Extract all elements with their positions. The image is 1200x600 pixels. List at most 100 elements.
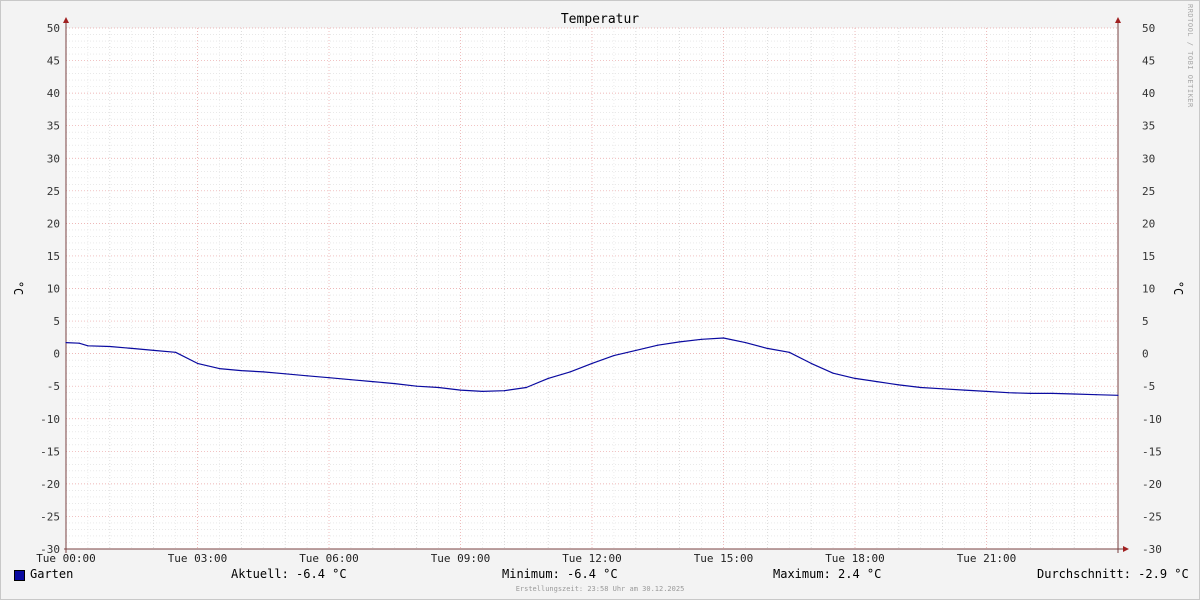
- y-axis-arrow-right: [1115, 17, 1121, 23]
- y-tick-label-left: 30: [47, 152, 60, 165]
- x-tick-label: Tue 15:00: [694, 552, 754, 565]
- data-point: [174, 351, 177, 353]
- y-tick-label-right: 20: [1142, 217, 1155, 230]
- creation-time-note: Erstellungszeit: 23:58 Uhr am 30.12.2025: [515, 585, 685, 593]
- y-tick-label-left: -15: [40, 445, 60, 458]
- data-point: [613, 354, 615, 357]
- y-axis-arrow-left: [63, 17, 69, 23]
- data-point: [942, 388, 944, 390]
- legend-average: Durchschnitt: -2.9 °C: [1037, 567, 1189, 581]
- data-point: [503, 390, 505, 392]
- data-point: [854, 377, 856, 379]
- data-point: [788, 351, 790, 353]
- y-tick-label-right: 25: [1142, 185, 1155, 198]
- y-tick-label-right: 40: [1142, 87, 1155, 100]
- data-point: [153, 349, 155, 351]
- legend-swatch-garten: [14, 570, 25, 581]
- legend-series-name: Garten: [30, 567, 74, 581]
- y-tick-label-right: -30: [1142, 543, 1162, 556]
- data-point: [218, 368, 221, 370]
- data-point: [569, 371, 571, 373]
- data-point: [328, 377, 330, 379]
- y-tick-label-left: -10: [40, 413, 60, 426]
- y-tick-label-right: 45: [1142, 55, 1155, 68]
- data-point: [920, 386, 922, 389]
- x-tick-label: Tue 18:00: [825, 552, 885, 565]
- data-point: [78, 342, 80, 344]
- data-point: [657, 344, 659, 346]
- data-point: [635, 349, 637, 351]
- x-tick-label: Tue 06:00: [299, 552, 359, 565]
- y-tick-label-left: 35: [47, 120, 60, 133]
- legend-minimum: Minimum: -6.4 °C: [502, 567, 618, 581]
- data-point: [963, 389, 966, 391]
- y-tick-label-left: 25: [47, 185, 60, 198]
- data-point: [65, 341, 67, 344]
- y-tick-label-right: 15: [1142, 250, 1155, 263]
- y-tick-label-right: -15: [1142, 445, 1162, 458]
- x-tick-label: Tue 00:00: [36, 552, 96, 565]
- y-tick-label-right: 10: [1142, 283, 1155, 296]
- watermark: RRDTOOL / TOBI OETIKER: [1186, 4, 1194, 108]
- y-tick-label-right: 0: [1142, 348, 1149, 361]
- y-axis-label-right: °C: [1171, 281, 1185, 295]
- data-point: [87, 345, 89, 347]
- data-point: [1029, 392, 1031, 394]
- data-point: [876, 381, 878, 383]
- data-point: [262, 371, 264, 373]
- y-tick-label-left: 5: [53, 315, 60, 328]
- data-point: [985, 390, 988, 392]
- data-point: [898, 384, 900, 386]
- chart-title: Temperatur: [561, 12, 639, 27]
- data-point: [131, 347, 133, 350]
- data-point: [810, 362, 812, 364]
- data-point: [744, 341, 747, 344]
- data-point: [547, 377, 549, 379]
- data-point: [1051, 392, 1053, 394]
- data-point: [394, 382, 396, 385]
- data-point: [350, 379, 352, 381]
- data-point: [109, 345, 111, 348]
- data-point: [525, 386, 527, 389]
- y-tick-label-left: 40: [47, 87, 60, 100]
- data-point: [832, 372, 834, 374]
- y-tick-label-right: 35: [1142, 120, 1155, 133]
- data-point: [284, 373, 286, 375]
- legend-maximum: Maximum: 2.4 °C: [773, 567, 882, 581]
- data-point: [766, 347, 768, 350]
- data-point: [1073, 393, 1075, 395]
- temperature-chart: 50 5045 4540 4035 3530 3025 2520 2015 1510 105 50 0…: [11, 12, 1185, 565]
- x-axis-arrow: [1123, 546, 1129, 552]
- x-tick-label: Tue 12:00: [562, 552, 622, 565]
- data-point: [1007, 392, 1010, 394]
- y-tick-label-right: 30: [1142, 152, 1155, 165]
- data-point: [679, 341, 681, 343]
- data-point: [240, 369, 242, 372]
- y-tick-label-left: -25: [40, 510, 60, 523]
- x-tick-label: Tue 03:00: [168, 552, 228, 565]
- y-tick-label-right: 50: [1142, 22, 1155, 35]
- y-tick-label-right: 5: [1142, 315, 1149, 328]
- y-tick-label-left: 15: [47, 250, 60, 263]
- data-point: [1117, 394, 1119, 396]
- y-axis-label-left: °C: [11, 281, 25, 295]
- y-tick-label-right: -10: [1142, 413, 1162, 426]
- data-point: [700, 338, 703, 340]
- y-tick-label-left: 0: [53, 348, 60, 361]
- y-tick-label-left: -5: [47, 380, 60, 393]
- grid: [65, 27, 1118, 550]
- y-tick-label-left: -20: [40, 478, 60, 491]
- x-tick-label: Tue 09:00: [431, 552, 491, 565]
- y-tick-label-left: 20: [47, 217, 60, 230]
- y-tick-label-right: -20: [1142, 478, 1162, 491]
- legend-current: Aktuell: -6.4 °C: [231, 567, 347, 581]
- y-tick-label-right: -25: [1142, 510, 1162, 523]
- data-point: [459, 389, 462, 391]
- y-tick-label-left: 10: [47, 283, 60, 296]
- x-tick-label: Tue 21:00: [957, 552, 1017, 565]
- data-point: [1095, 394, 1097, 396]
- y-tick-label-left: 45: [47, 55, 60, 68]
- data-point: [591, 362, 593, 364]
- data-point: [416, 385, 418, 387]
- data-point: [196, 362, 199, 364]
